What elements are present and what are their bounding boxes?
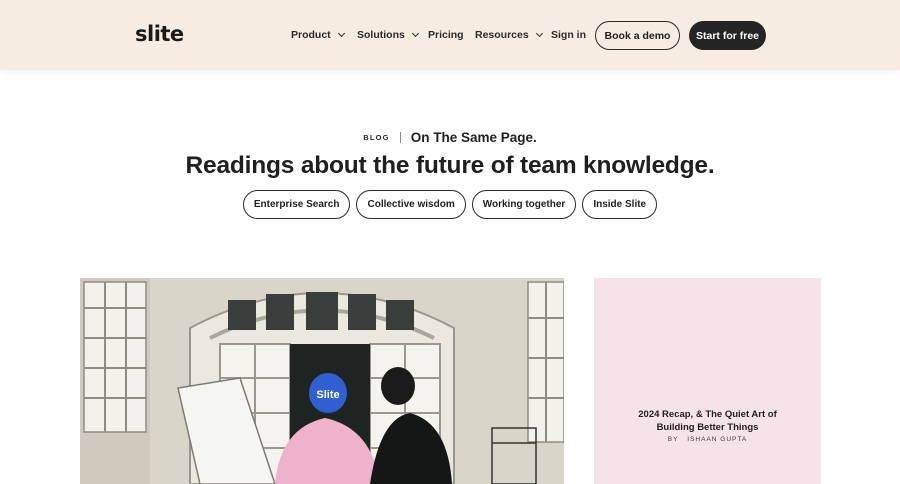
sign-in-label: Sign in [551,29,586,41]
nav-item-resources[interactable]: Resources [475,29,543,41]
category-chip-collective-wisdom[interactable]: Collective wisdom [356,190,466,219]
featured-post-image[interactable]: Slite [80,278,564,484]
page-title: Readings about the future of team knowle… [185,152,715,179]
byline-label: BY [667,436,679,443]
category-chip-inside-slite[interactable]: Inside Slite [582,190,658,219]
category-chip-enterprise-search[interactable]: Enterprise Search [242,190,351,219]
start-free-button[interactable]: Start for free [689,21,766,50]
team-photo-illustration: Slite [80,278,564,484]
blog-eyebrow: BLOG On The Same Page. [0,130,900,145]
blog-tagline: On The Same Page. [410,130,537,145]
nav-item-label: Resources [475,29,529,41]
chevron-down-icon [411,29,419,38]
author-name: ISHAAN GUPTA [687,436,748,443]
cap-logo-text: Slite [316,389,339,401]
divider [399,132,401,143]
nav-item-solutions[interactable]: Solutions [357,29,419,41]
chevron-down-icon [337,29,345,38]
book-demo-button[interactable]: Book a demo [595,21,680,50]
top-navbar: slite Product Solutions Pricing Resource… [0,0,900,70]
chevron-down-icon [535,29,543,38]
post-title[interactable]: 2024 Recap, & The Quiet Art of Building … [618,408,797,434]
featured-post-card[interactable]: 2024 Recap, & The Quiet Art of Building … [594,278,821,484]
post-byline: BY ISHAAN GUPTA [594,436,821,443]
slite-logo[interactable]: slite [135,22,184,46]
category-filters: Enterprise Search Collective wisdom Work… [0,190,900,219]
nav-item-label: Product [291,29,331,41]
blog-tag: BLOG [363,133,390,142]
nav-item-label: Solutions [357,29,405,41]
category-chip-working-together[interactable]: Working together [471,190,577,219]
nav-item-pricing[interactable]: Pricing [428,29,464,41]
nav-item-label: Pricing [428,29,464,41]
nav-item-product[interactable]: Product [291,29,345,41]
sign-in-link[interactable]: Sign in [551,29,586,41]
